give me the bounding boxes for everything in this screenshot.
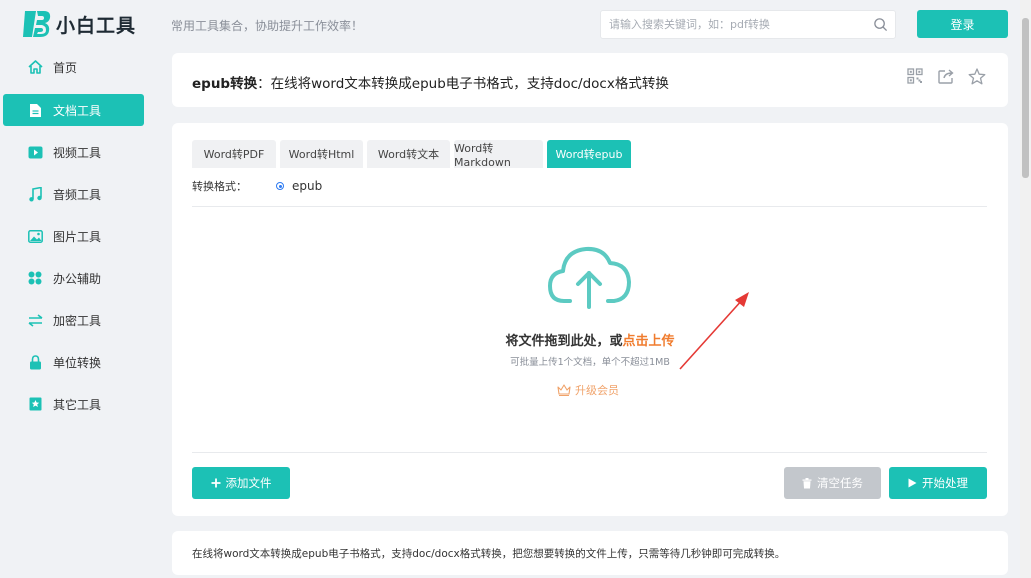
tab-word-to-epub[interactable]: Word转epub [547,140,631,168]
upgrade-label: 升级会员 [575,384,619,397]
sidebar-item-encryption-tools[interactable]: 加密工具 [3,304,144,336]
clear-tasks-label: 清空任务 [817,476,863,490]
sidebar-item-label: 视频工具 [53,145,102,160]
search-input[interactable] [601,11,861,38]
crown-icon [557,384,571,396]
drop-zone-text: 将文件拖到此处，或点击上传 [172,330,1008,349]
format-row: 转换格式： epub [192,178,322,194]
logo-mark-icon [23,11,51,37]
sidebar-item-video-tools[interactable]: 视频工具 [3,136,144,168]
sidebar-item-document-tools[interactable]: 文档工具 [3,94,144,126]
share-icon[interactable] [936,66,956,86]
lock-icon [27,354,43,370]
converter-card: Word转PDF Word转Html Word转文本 Word转Markdown… [172,123,1008,516]
slogan: 常用工具集合，协助提升工作效率！ [171,19,364,33]
divider [192,452,987,453]
clear-tasks-button[interactable]: 清空任务 [784,467,881,499]
tab-word-to-text[interactable]: Word转文本 [367,140,450,168]
page-title: epub转换：在线将word文本转换成epub电子书格式，支持doc/docx格… [192,72,669,92]
page-scrollbar[interactable] [1020,0,1031,578]
upload-limit-text: 可批量上传1个文档，单个不超过1MB [510,357,670,368]
bookmark-icon [27,396,43,412]
sidebar-item-label: 加密工具 [53,313,102,328]
tab-bar: Word转PDF Word转Html Word转文本 Word转Markdown… [192,140,635,169]
title-card: epub转换：在线将word文本转换成epub电子书格式，支持doc/docx格… [172,53,1008,107]
sidebar-item-unit-conversion[interactable]: 单位转换 [3,346,144,378]
sidebar-item-audio-tools[interactable]: 音频工具 [3,178,144,210]
page-title-bold: epub转换 [192,76,258,92]
format-option-label[interactable]: epub [292,179,322,193]
sidebar-item-home[interactable]: 首页 [3,51,144,83]
tab-word-to-html[interactable]: Word转Html [280,140,363,168]
header: 小白工具 常用工具集合，协助提升工作效率！ 登录 [0,0,1020,50]
image-icon [27,228,43,244]
star-icon[interactable] [967,66,987,86]
sidebar-item-office-assist[interactable]: 办公辅助 [3,262,144,294]
music-icon [27,186,43,202]
cloud-upload-icon[interactable] [546,243,634,311]
page-title-rest: ：在线将word文本转换成epub电子书格式，支持doc/docx格式转换 [257,76,669,92]
start-processing-button[interactable]: 开始处理 [889,467,987,499]
title-actions [905,66,987,86]
sidebar-item-label: 图片工具 [53,229,102,244]
home-icon [27,59,43,75]
upgrade-member-link[interactable]: 升级会员 [557,382,619,398]
sidebar-item-label: 单位转换 [53,355,102,370]
exchange-icon [27,312,43,328]
format-radio-epub[interactable] [276,182,284,190]
qrcode-icon[interactable] [905,66,925,86]
tab-word-to-markdown[interactable]: Word转Markdown [454,140,543,169]
sidebar-item-label: 音频工具 [53,187,102,202]
add-file-label: 添加文件 [225,476,272,490]
description-text: 在线将word文本转换成epub电子书格式，支持doc/docx格式转换，把您想… [192,548,786,560]
login-button[interactable]: 登录 [917,10,1008,38]
format-label: 转换格式： [192,180,247,193]
sidebar-item-label: 办公辅助 [53,271,102,286]
play-icon [908,478,917,488]
description-card: 在线将word文本转换成epub电子书格式，支持doc/docx格式转换，把您想… [172,531,1008,575]
search-box [600,10,896,39]
add-file-button[interactable]: 添加文件 [192,467,290,499]
scrollbar-thumb[interactable] [1022,18,1029,178]
logo-text: 小白工具 [56,14,137,37]
trash-icon [802,477,812,489]
drop-zone-text-main: 将文件拖到此处，或 [505,334,623,349]
tab-word-to-pdf[interactable]: Word转PDF [192,140,276,168]
sidebar-item-image-tools[interactable]: 图片工具 [3,220,144,252]
office-icon [27,270,43,286]
search-icon[interactable] [873,17,888,32]
divider [192,206,987,207]
plus-icon [211,478,221,488]
logo[interactable]: 小白工具 [22,8,136,40]
sidebar-item-label: 文档工具 [53,103,102,118]
sidebar-item-other-tools[interactable]: 其它工具 [3,388,144,420]
start-processing-label: 开始处理 [922,476,968,490]
document-icon [27,102,43,118]
sidebar-item-label: 其它工具 [53,397,102,412]
video-icon [27,144,43,160]
sidebar-item-label: 首页 [53,60,78,75]
click-upload-link[interactable]: 点击上传 [623,334,675,349]
